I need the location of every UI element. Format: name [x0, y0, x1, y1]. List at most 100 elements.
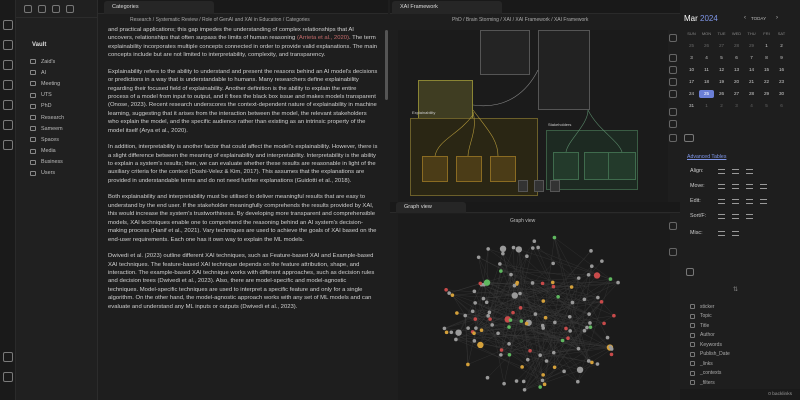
- graph-node[interactable]: [530, 281, 535, 285]
- formula-icon[interactable]: [746, 214, 753, 219]
- calendar-day[interactable]: 29: [759, 90, 774, 98]
- graph-node[interactable]: [538, 385, 542, 389]
- graph-node[interactable]: [576, 346, 581, 351]
- search-icon[interactable]: [3, 40, 13, 50]
- graph-node[interactable]: [595, 362, 600, 366]
- graph-node[interactable]: [599, 300, 604, 304]
- calendar-day[interactable]: 30: [774, 90, 789, 98]
- graph-node[interactable]: [444, 330, 449, 335]
- property-item[interactable]: _contexts: [680, 369, 800, 379]
- graph-node[interactable]: [481, 296, 486, 301]
- calendar-day[interactable]: 6: [774, 102, 789, 110]
- graph-node[interactable]: [444, 287, 448, 292]
- redo-icon[interactable]: [669, 120, 677, 128]
- canvas-icon[interactable]: [3, 80, 13, 90]
- calendar-day[interactable]: 6: [729, 54, 744, 62]
- csv-icon[interactable]: [718, 231, 725, 236]
- calendar-day[interactable]: 9: [774, 54, 789, 62]
- next-month-icon[interactable]: ›: [776, 15, 778, 21]
- calendar-day[interactable]: 31: [684, 102, 699, 110]
- calendar-day[interactable]: 25: [699, 90, 714, 98]
- graph-node[interactable]: [570, 300, 575, 305]
- graph-node[interactable]: [585, 325, 589, 330]
- advanced-tables-title[interactable]: Advanced Tables: [687, 154, 726, 160]
- graph-node[interactable]: [515, 280, 520, 285]
- graph-node[interactable]: [499, 269, 503, 273]
- graph-node[interactable]: [589, 249, 593, 253]
- graph-node[interactable]: [538, 353, 542, 357]
- graph-node[interactable]: [562, 369, 566, 374]
- calendar-day[interactable]: 10: [684, 66, 699, 74]
- graph-node[interactable]: [486, 247, 490, 251]
- today-button[interactable]: TODAY: [751, 16, 766, 21]
- graph-node[interactable]: [466, 362, 470, 367]
- calendar-icon[interactable]: [3, 100, 13, 110]
- graph-node[interactable]: [514, 379, 519, 383]
- calendar-day[interactable]: 20: [729, 78, 744, 86]
- graph-node[interactable]: [564, 326, 568, 331]
- property-item[interactable]: sticker: [680, 302, 800, 312]
- files-icon[interactable]: [3, 20, 13, 30]
- calendar-day[interactable]: 26: [714, 90, 729, 98]
- citation-link[interactable]: (Arrieta et al., 2020): [297, 35, 349, 41]
- graph-node[interactable]: [488, 317, 492, 321]
- property-item[interactable]: Topic: [680, 312, 800, 322]
- calendar-day[interactable]: 22: [759, 78, 774, 86]
- graph-node[interactable]: [608, 345, 613, 349]
- graph-node[interactable]: [484, 300, 489, 305]
- new-note-icon[interactable]: [24, 5, 32, 13]
- graph-settings-icon[interactable]: [669, 222, 677, 230]
- graph-node[interactable]: [582, 297, 587, 302]
- calendar-day[interactable]: 5: [714, 54, 729, 62]
- calendar-day[interactable]: 29: [744, 42, 759, 50]
- tab-categories[interactable]: Categories: [104, 1, 214, 14]
- graph-node[interactable]: [470, 309, 475, 314]
- sort-icon[interactable]: [52, 5, 60, 13]
- calendar-day[interactable]: 16: [774, 66, 789, 74]
- graph-node[interactable]: [544, 359, 549, 363]
- calendar-day[interactable]: 17: [684, 78, 699, 86]
- graph-node[interactable]: [532, 239, 537, 244]
- move-down-icon[interactable]: [760, 184, 767, 189]
- calendar-day[interactable]: 24: [684, 90, 699, 98]
- graph-node[interactable]: [556, 295, 560, 299]
- graph-node[interactable]: [476, 255, 481, 260]
- graph-node[interactable]: [550, 280, 555, 285]
- graph-node[interactable]: [518, 306, 523, 310]
- graph-node[interactable]: [588, 325, 593, 329]
- graph-node[interactable]: [511, 292, 518, 299]
- property-item[interactable]: _links: [680, 359, 800, 369]
- graph-node[interactable]: [576, 276, 581, 280]
- calendar-day[interactable]: 12: [714, 66, 729, 74]
- graph-node[interactable]: [540, 323, 545, 328]
- calendar-day[interactable]: 2: [774, 42, 789, 50]
- graph-node[interactable]: [485, 375, 490, 380]
- graph-node[interactable]: [508, 318, 513, 322]
- graph-node[interactable]: [551, 350, 556, 355]
- graph-node[interactable]: [499, 348, 504, 352]
- new-folder-icon[interactable]: [38, 5, 46, 13]
- calendar-day[interactable]: 19: [714, 78, 729, 86]
- calendar-day[interactable]: 27: [714, 42, 729, 50]
- delete-row-icon[interactable]: [746, 199, 753, 204]
- graph-node[interactable]: [612, 313, 616, 318]
- tab-xai-framework[interactable]: XAI Framework: [392, 1, 502, 14]
- zoom-in-icon[interactable]: [669, 54, 677, 62]
- calendar-day[interactable]: 28: [744, 90, 759, 98]
- calendar-day[interactable]: 14: [744, 66, 759, 74]
- graph-node[interactable]: [586, 359, 591, 363]
- align-center-icon[interactable]: [732, 169, 739, 174]
- folder-item[interactable]: Media: [16, 146, 97, 157]
- file-icon[interactable]: [534, 180, 544, 192]
- graph-view[interactable]: Graph view: [398, 214, 670, 400]
- calendar-day[interactable]: 26: [699, 42, 714, 50]
- calendar-day[interactable]: 21: [744, 78, 759, 86]
- calendar-day[interactable]: 25: [684, 42, 699, 50]
- move-right-icon[interactable]: [732, 184, 739, 189]
- sort-desc-icon[interactable]: [732, 214, 739, 219]
- graph-node[interactable]: [542, 382, 547, 387]
- graph-node[interactable]: [487, 310, 492, 315]
- graph-node[interactable]: [576, 379, 580, 384]
- graph-node[interactable]: [540, 378, 545, 383]
- graph-node[interactable]: [576, 366, 584, 374]
